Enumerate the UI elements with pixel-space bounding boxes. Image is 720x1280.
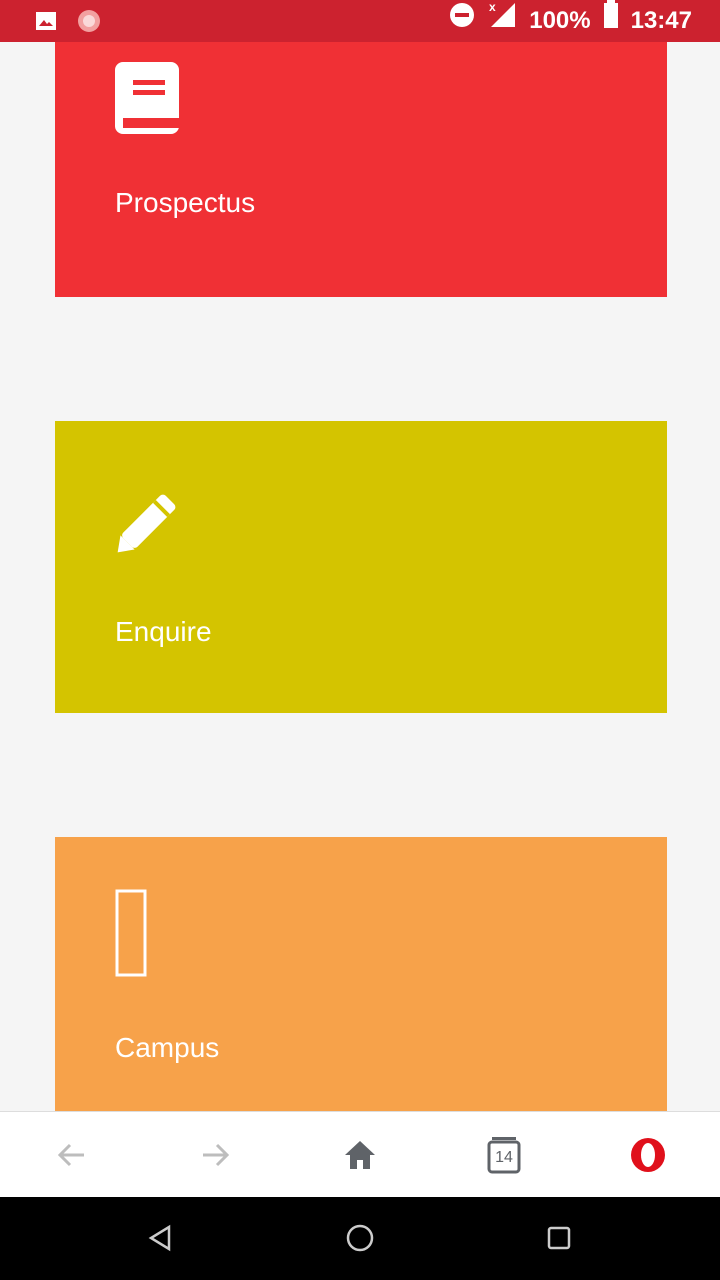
pencil-icon [115, 479, 191, 560]
prospectus-label: Prospectus [115, 187, 256, 218]
svg-text:x: x [489, 0, 496, 14]
page-content: Prospectus Enquire Campus [0, 42, 720, 1112]
prospectus-tile[interactable]: Prospectus [55, 42, 667, 297]
status-notification-icons [34, 8, 102, 39]
status-system-icons: x 100% 13:47 [449, 0, 692, 42]
tab-count: 14 [495, 1149, 513, 1166]
enquire-tile[interactable]: Enquire [55, 421, 667, 713]
battery-icon [603, 0, 619, 42]
back-arrow-icon[interactable] [49, 1132, 95, 1178]
home-icon[interactable] [337, 1132, 383, 1178]
back-triangle-icon[interactable] [137, 1215, 183, 1261]
image-icon [34, 9, 58, 38]
signal-icon: x [487, 0, 517, 43]
home-circle-icon[interactable] [337, 1215, 383, 1261]
clock: 13:47 [630, 7, 692, 34]
do-not-disturb-icon [449, 0, 475, 42]
opera-menu-icon[interactable] [625, 1132, 671, 1178]
system-navigation-bar [0, 1197, 720, 1280]
recents-square-icon[interactable] [536, 1215, 582, 1261]
tabs-icon[interactable]: 14 [481, 1132, 527, 1178]
book-icon [115, 62, 181, 141]
enquire-label: Enquire [115, 616, 212, 647]
battery-percent: 100% [529, 7, 591, 34]
forward-arrow-icon[interactable] [192, 1132, 238, 1178]
campus-tile[interactable]: Campus [55, 837, 667, 1112]
status-bar: x 100% 13:47 [0, 0, 720, 42]
app-icon [76, 8, 102, 39]
browser-toolbar: 14 [0, 1111, 720, 1197]
campus-icon [115, 889, 147, 984]
campus-label: Campus [115, 1032, 220, 1063]
